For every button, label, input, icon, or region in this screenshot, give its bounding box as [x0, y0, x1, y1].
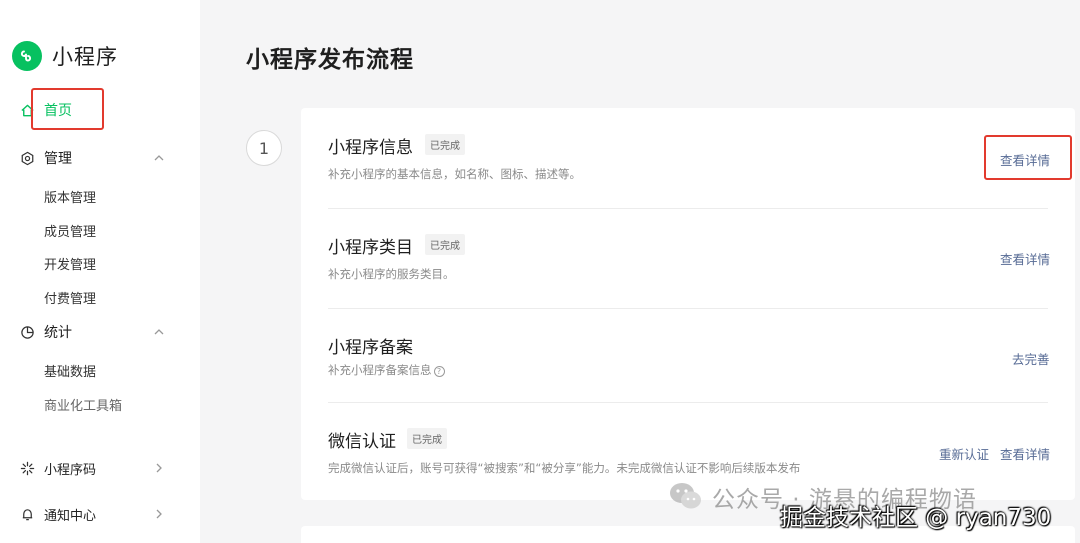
view-details-link[interactable]: 查看详情: [1000, 444, 1050, 463]
section-title: 小程序类目: [328, 238, 413, 258]
pie-chart-icon: [19, 324, 35, 340]
chevron-right-icon[interactable]: [152, 507, 166, 521]
miniprogram-logo-icon: [12, 41, 42, 71]
chevron-up-icon[interactable]: [152, 325, 166, 339]
section-category: 小程序类目 已完成 补充小程序的服务类目。 查看详情: [301, 208, 1075, 308]
nav-sub-payment[interactable]: 付费管理: [44, 288, 96, 307]
view-details-link[interactable]: 查看详情: [1000, 249, 1050, 268]
nav-item-stats[interactable]: 统计: [0, 315, 200, 349]
chevron-up-icon[interactable]: [152, 151, 166, 165]
bell-icon: [19, 506, 35, 522]
brand[interactable]: 小程序: [12, 40, 118, 72]
section-info: 小程序信息 已完成 补充小程序的基本信息，如名称、图标、描述等。 查看详情: [301, 108, 1075, 208]
help-icon[interactable]: ?: [433, 366, 445, 377]
chevron-right-icon[interactable]: [152, 461, 166, 475]
nav-item-home[interactable]: 首页: [0, 93, 200, 127]
nav-item-notifications[interactable]: 通知中心: [0, 497, 200, 531]
nav-sub-members[interactable]: 成员管理: [44, 221, 96, 240]
publish-steps-card: 小程序信息 已完成 补充小程序的基本信息，如名称、图标、描述等。 查看详情 小程…: [301, 108, 1075, 500]
nav-sub-dev[interactable]: 开发管理: [44, 254, 96, 273]
view-details-link[interactable]: 查看详情: [1000, 150, 1050, 169]
page-title: 小程序发布流程: [246, 47, 414, 73]
nav-label-home: 首页: [44, 103, 72, 119]
nav-label-manage: 管理: [44, 151, 72, 167]
app-name: 小程序: [52, 45, 118, 69]
section-desc: 补充小程序的服务类目。: [328, 267, 455, 281]
nav-label-qrcode: 小程序码: [44, 462, 97, 478]
nav-label-stats: 统计: [44, 325, 72, 341]
nav-item-qrcode[interactable]: 小程序码: [0, 451, 200, 485]
status-badge: 已完成: [425, 134, 465, 155]
section-desc: 补充小程序备案信息: [328, 363, 432, 377]
section-filing: 小程序备案 补充小程序备案信息? 去完善: [301, 308, 1075, 402]
section-desc: 补充小程序的基本信息，如名称、图标、描述等。: [328, 167, 581, 181]
nav-item-manage[interactable]: 管理: [0, 141, 200, 175]
complete-link[interactable]: 去完善: [1012, 349, 1050, 368]
wechat-icon: [670, 483, 701, 509]
watermark-juejin: 掘金技术社区 @ ryan730: [780, 505, 1052, 531]
home-icon: [19, 102, 35, 118]
section-desc: 完成微信认证后，账号可获得“被搜索”和“被分享”能力。未完成微信认证不影响后续版…: [328, 461, 801, 475]
reverify-link[interactable]: 重新认证: [939, 444, 989, 463]
code-burst-icon: [19, 460, 35, 476]
step-number: 1: [246, 130, 282, 166]
nav-sub-basic-data[interactable]: 基础数据: [44, 361, 96, 380]
section-title: 小程序信息: [328, 138, 413, 158]
section-title: 微信认证: [328, 432, 396, 452]
nav-sub-business-tools[interactable]: 商业化工具箱: [44, 395, 122, 414]
settings-hexagon-icon: [19, 150, 35, 166]
nav-label-notifications: 通知中心: [44, 508, 97, 524]
nav-sub-version[interactable]: 版本管理: [44, 187, 96, 206]
section-desc-wrap: 补充小程序备案信息?: [328, 362, 445, 378]
status-badge: 已完成: [407, 428, 447, 449]
sidebar: 小程序 首页 管理 版本管理 成员管理 开发管理 付费管理 统计 基础数据 商业…: [0, 0, 200, 543]
status-badge: 已完成: [425, 234, 465, 255]
section-title: 小程序备案: [328, 338, 413, 358]
